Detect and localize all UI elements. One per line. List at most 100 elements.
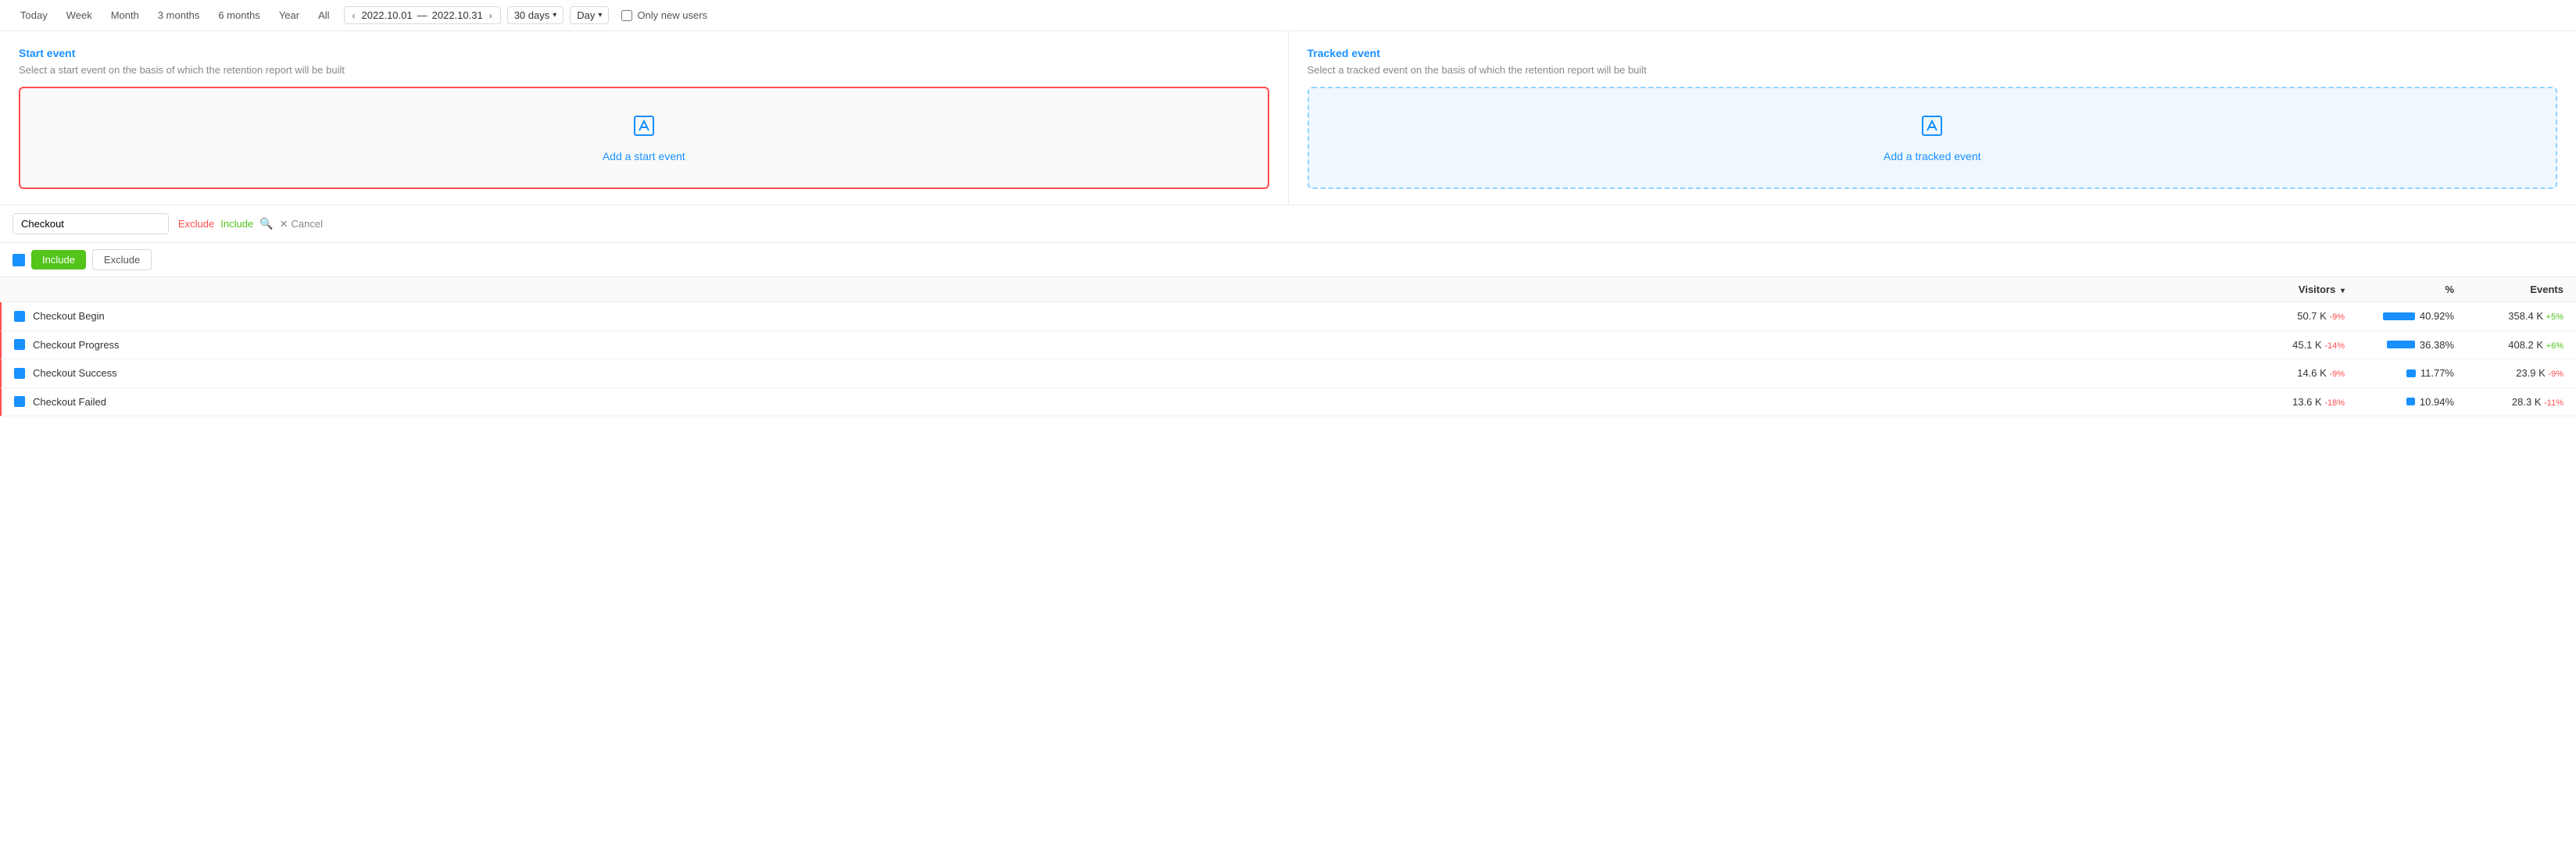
visitors-change: -9% — [2329, 369, 2345, 379]
select-all-checkbox[interactable] — [13, 254, 25, 266]
percent-bar — [2406, 369, 2416, 377]
events-value: 28.3 K -11% — [2454, 396, 2563, 408]
tracked-event-title: Tracked event — [1308, 47, 2558, 59]
events-change: -9% — [2548, 369, 2563, 379]
percent-value: 36.38% — [2345, 339, 2454, 352]
table-row[interactable]: Checkout Failed 13.6 K -18% 10.94% 28.3 … — [0, 388, 2576, 417]
visitors-value: 14.6 K -9% — [2220, 367, 2345, 379]
percent-label: 11.77% — [2420, 367, 2454, 379]
percent-bar — [2406, 398, 2415, 405]
visitors-change: -14% — [2324, 341, 2345, 351]
period-label: Day — [577, 9, 595, 21]
prev-date-btn[interactable]: ‹ — [351, 10, 357, 21]
add-start-event-label: Add a start event — [603, 150, 685, 162]
start-event-panel: Start event Select a start event on the … — [0, 31, 1289, 205]
add-start-event-icon — [631, 113, 657, 144]
exclude-button[interactable]: Exclude — [92, 249, 152, 270]
date-separator: — — [417, 9, 428, 21]
percent-bar-wrap: 36.38% — [2387, 339, 2454, 351]
search-input[interactable] — [13, 213, 169, 234]
visitors-change: -18% — [2324, 398, 2345, 408]
percent-bar-wrap: 40.92% — [2383, 310, 2454, 322]
percent-bar-wrap: 11.77% — [2406, 367, 2454, 379]
add-start-event-box[interactable]: Add a start event — [19, 87, 1269, 189]
event-label: Checkout Begin — [33, 310, 105, 322]
events-change: -11% — [2544, 398, 2563, 408]
events-value: 358.4 K +5% — [2454, 310, 2563, 322]
events-value: 23.9 K -9% — [2454, 367, 2563, 379]
percent-label: 36.38% — [2420, 339, 2454, 351]
date-range-group[interactable]: ‹ 2022.10.01 — 2022.10.31 › — [344, 6, 501, 24]
event-name: Checkout Failed — [14, 396, 2220, 408]
date-start: 2022.10.01 — [362, 9, 413, 21]
table-header: Visitors ▾ % Events — [0, 277, 2576, 302]
header-visitors[interactable]: Visitors ▾ — [2220, 284, 2345, 295]
search-bar: Exclude Include 🔍 ✕ Cancel — [0, 205, 2576, 243]
visitors-value: 45.1 K -14% — [2220, 339, 2345, 351]
event-icon — [14, 368, 25, 379]
event-icon — [14, 396, 25, 407]
cancel-button[interactable]: ✕ Cancel — [280, 218, 323, 230]
period-dropdown[interactable]: Day ▾ — [570, 6, 609, 24]
6months-btn[interactable]: 6 months — [210, 6, 267, 24]
events-change: +6% — [2546, 341, 2563, 351]
table-row[interactable]: Checkout Success 14.6 K -9% 11.77% 23.9 … — [0, 359, 2576, 388]
main-panels: Start event Select a start event on the … — [0, 31, 2576, 205]
exclude-link[interactable]: Exclude — [178, 218, 214, 230]
date-end: 2022.10.31 — [432, 9, 483, 21]
event-label: Checkout Success — [33, 367, 117, 379]
include-exclude-bar: Include Exclude — [0, 243, 2576, 277]
percent-value: 40.92% — [2345, 310, 2454, 323]
event-name: Checkout Progress — [14, 339, 2220, 351]
add-tracked-event-label: Add a tracked event — [1884, 150, 1981, 162]
percent-bar-wrap: 10.94% — [2406, 396, 2454, 408]
visitors-value: 50.7 K -9% — [2220, 310, 2345, 322]
only-new-users-label: Only new users — [637, 9, 707, 21]
table-row[interactable]: Checkout Begin 50.7 K -9% 40.92% 358.4 K… — [0, 302, 2576, 331]
range-dropdown[interactable]: 30 days ▾ — [507, 6, 564, 24]
events-value: 408.2 K +6% — [2454, 339, 2563, 351]
all-btn[interactable]: All — [310, 6, 337, 24]
events-change: +5% — [2546, 312, 2563, 322]
start-event-subtitle: Select a start event on the basis of whi… — [19, 64, 1269, 76]
event-icon — [14, 311, 25, 322]
percent-value: 11.77% — [2345, 367, 2454, 380]
week-btn[interactable]: Week — [59, 6, 100, 24]
add-tracked-event-box[interactable]: Add a tracked event — [1308, 87, 2558, 189]
percent-label: 10.94% — [2420, 396, 2454, 408]
header-percent: % — [2345, 284, 2454, 295]
range-label: 30 days — [514, 9, 550, 21]
search-icon[interactable]: 🔍 — [259, 217, 273, 230]
tracked-event-subtitle: Select a tracked event on the basis of w… — [1308, 64, 2558, 76]
year-btn[interactable]: Year — [271, 6, 307, 24]
event-label: Checkout Failed — [33, 396, 106, 408]
event-icon — [14, 339, 25, 350]
start-event-title: Start event — [19, 47, 1269, 59]
range-dropdown-arrow: ▾ — [553, 11, 556, 20]
month-btn[interactable]: Month — [103, 6, 147, 24]
include-button[interactable]: Include — [31, 250, 86, 269]
events-table: Visitors ▾ % Events Checkout Begin 50.7 … — [0, 277, 2576, 416]
cancel-x: ✕ — [280, 218, 288, 230]
tracked-event-panel: Tracked event Select a tracked event on … — [1289, 31, 2576, 205]
percent-bar — [2383, 312, 2415, 320]
table-rows-container: Checkout Begin 50.7 K -9% 40.92% 358.4 K… — [0, 302, 2576, 416]
include-link[interactable]: Include — [220, 218, 253, 230]
percent-value: 10.94% — [2345, 396, 2454, 409]
table-row[interactable]: Checkout Progress 45.1 K -14% 36.38% 408… — [0, 331, 2576, 360]
percent-bar — [2387, 341, 2415, 348]
add-tracked-event-icon — [1919, 113, 1945, 144]
only-new-users-group: Only new users — [621, 9, 707, 21]
visitors-value: 13.6 K -18% — [2220, 396, 2345, 408]
event-name: Checkout Begin — [14, 310, 2220, 322]
search-actions: Exclude Include 🔍 ✕ Cancel — [178, 217, 323, 230]
event-name: Checkout Success — [14, 367, 2220, 379]
cancel-label: Cancel — [292, 218, 323, 230]
today-btn[interactable]: Today — [13, 6, 55, 24]
header-events: Events — [2454, 284, 2563, 295]
visitors-change: -9% — [2329, 312, 2345, 322]
event-label: Checkout Progress — [33, 339, 120, 351]
only-new-users-checkbox[interactable] — [621, 10, 632, 21]
next-date-btn[interactable]: › — [488, 10, 494, 21]
3months-btn[interactable]: 3 months — [150, 6, 207, 24]
